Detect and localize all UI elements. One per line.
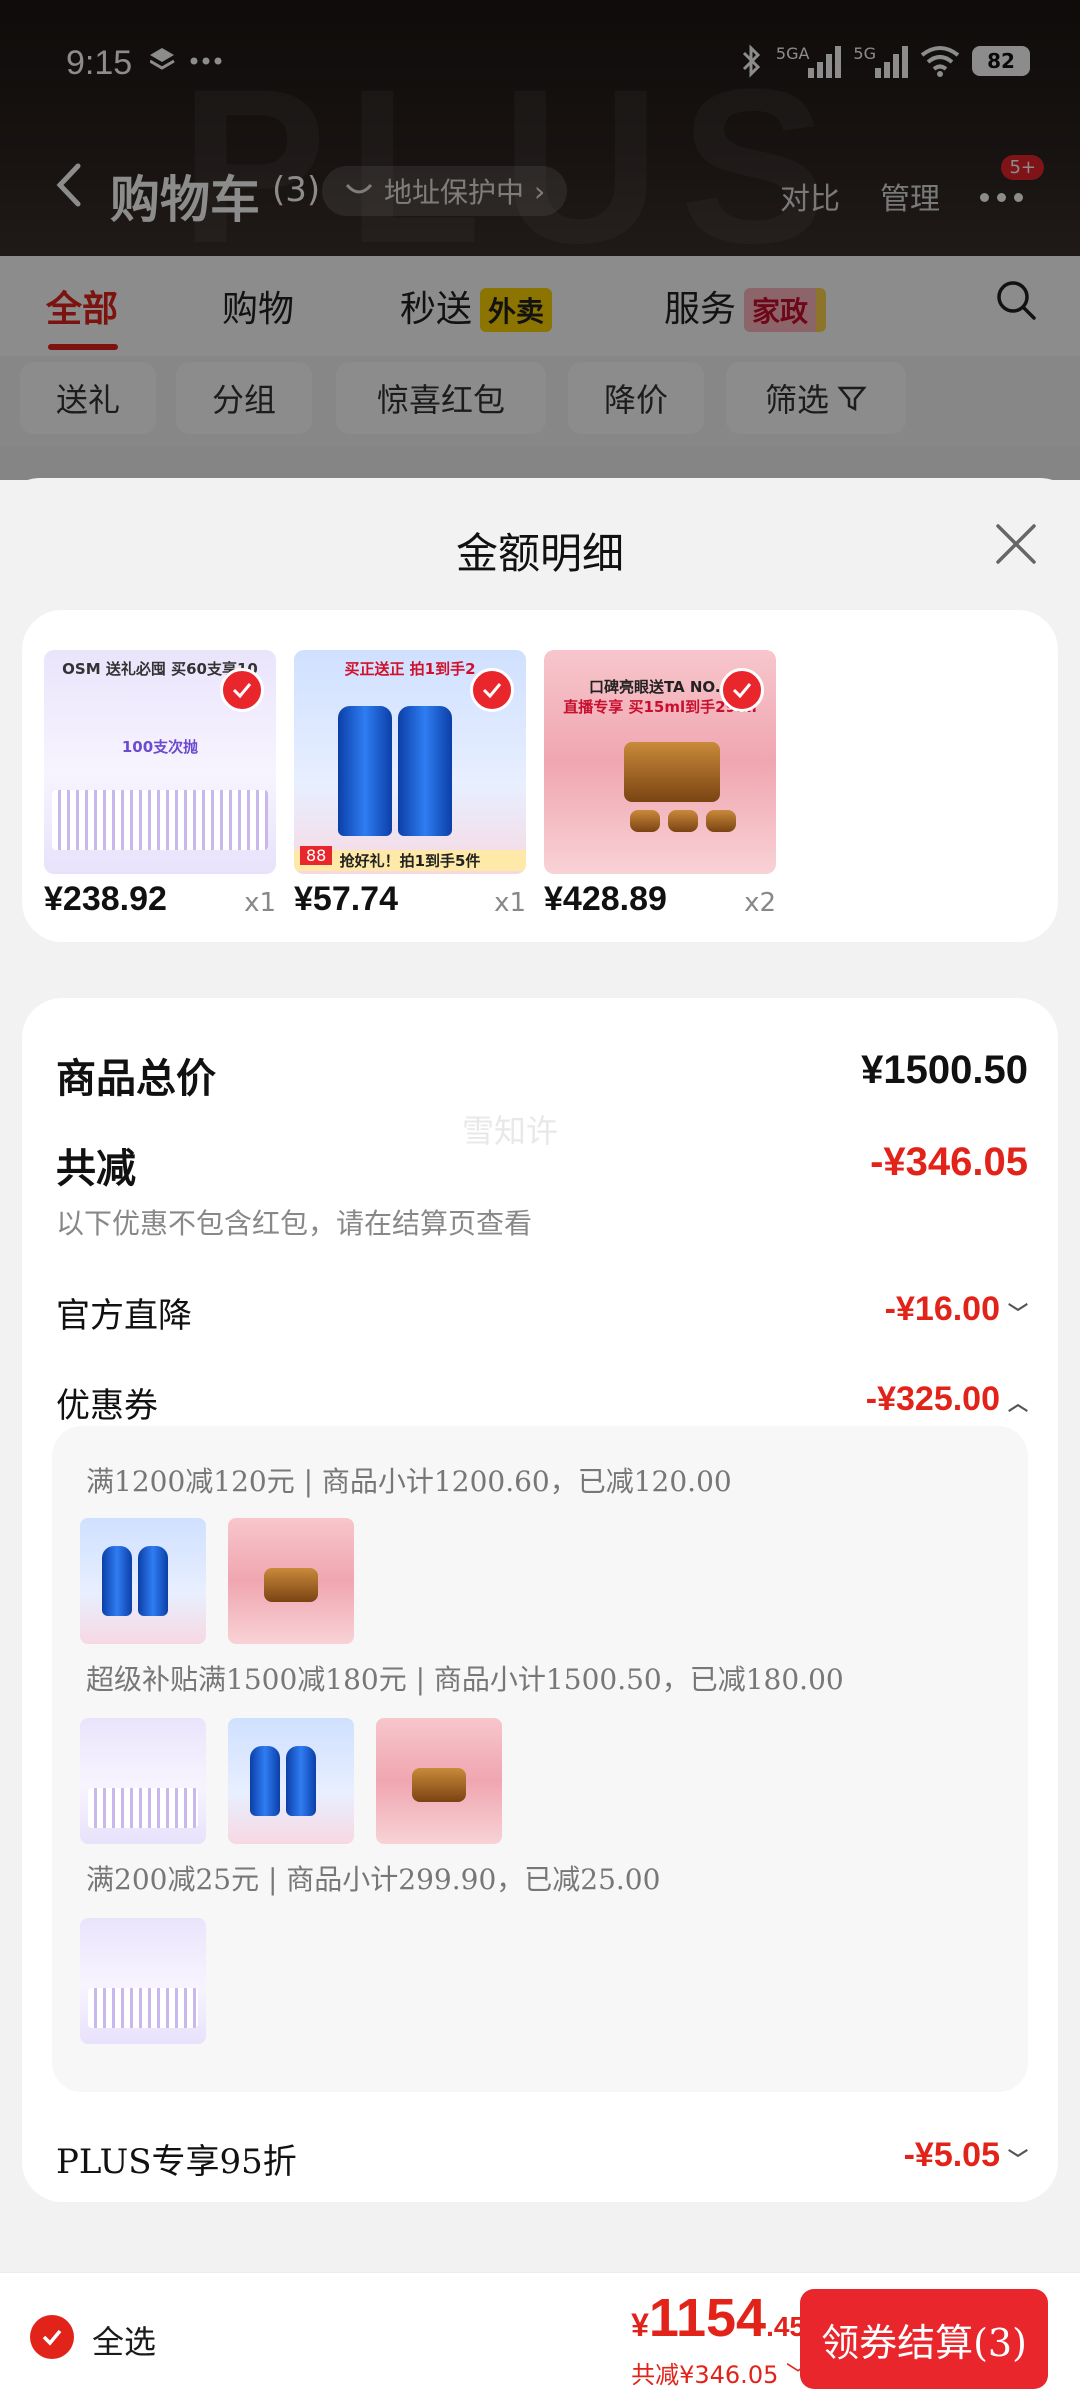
product-quantity: x1: [494, 888, 526, 918]
select-all-label[interactable]: 全选: [92, 2317, 156, 2363]
checkout-bar: 全选 ¥1154.45 共减¥346.05 ﹀ 领券结算(3): [0, 2272, 1080, 2400]
plus-discount-value: -¥5.05: [903, 2136, 1000, 2174]
serum-bottle: [398, 706, 452, 836]
product-price: ¥57.74: [294, 880, 398, 918]
total-currency: ¥: [631, 2307, 649, 2343]
official-discount-label: 官方直降: [56, 1296, 192, 1336]
cream-jar-small: [706, 810, 736, 832]
official-discount-value: -¥16.00: [884, 1290, 1000, 1328]
chevron-down-icon: ﹀: [1008, 1302, 1028, 1325]
coupon-value: -¥325.00: [865, 1380, 1000, 1418]
coupon-row[interactable]: -¥325.00 ︿: [866, 1380, 1028, 1419]
total-discount-label: 共减: [56, 1145, 136, 1192]
sheet-title: 金额明细: [455, 529, 624, 578]
cream-jar: [624, 742, 720, 802]
checkmark-icon: [42, 2329, 62, 2346]
product-image-subcaption: 100支次抛: [121, 738, 199, 756]
chevron-up-icon: ︿: [1008, 1392, 1028, 1415]
modal-overlay[interactable]: [0, 0, 1080, 480]
coupon-line: 超级补贴满1500减180元 | 商品小计1500.50，已减180.00: [86, 1663, 844, 1696]
coupon-product-thumb: [80, 1918, 206, 2044]
total-discount-summary: 共减¥346.05: [631, 2361, 779, 2389]
user-watermark: 雪知许: [462, 1112, 559, 1150]
product-price: ¥238.92: [44, 880, 167, 918]
product-quantity: x2: [744, 888, 776, 918]
product-item[interactable]: OSM 送礼必囤 买60支享10 100支次抛 ¥238.92 x1: [44, 650, 276, 918]
close-icon[interactable]: [992, 520, 1040, 568]
amount-detail-sheet: 金额明细 OSM 送礼必囤 买60支享10 100支次抛 ¥238.92 x1 …: [0, 478, 1080, 2400]
product-item[interactable]: 口碑亮眼送TA NO.1 直播专享 买15ml到手29ml ¥428.89 x2: [544, 650, 776, 918]
sale-88-tag: 88: [300, 846, 333, 865]
product-quantity: x1: [244, 888, 276, 918]
product-image-serum: 买正送正 拍1到手2 抢好礼！拍1到手5件 88: [294, 650, 526, 874]
chevron-down-icon: ﹀: [1008, 2148, 1028, 2171]
goods-total-label: 商品总价: [56, 1055, 216, 1102]
coupon-line: 满200减25元 | 商品小计299.90，已减25.00: [86, 1863, 661, 1896]
total-price: ¥1154.45: [631, 2287, 805, 2349]
selected-check-icon: [720, 668, 764, 712]
product-image-cream: 口碑亮眼送TA NO.1 直播专享 买15ml到手29ml: [544, 650, 776, 874]
coupon-product-thumb: [228, 1518, 354, 1644]
coupon-product-thumb: [228, 1718, 354, 1844]
checkout-button[interactable]: 领券结算(3): [800, 2289, 1048, 2389]
coupon-product-thumb: [376, 1718, 502, 1844]
product-item[interactable]: 买正送正 拍1到手2 抢好礼！拍1到手5件 88 ¥57.74 x1: [294, 650, 526, 918]
selected-check-icon: [470, 668, 514, 712]
serum-bottle: [338, 706, 392, 836]
product-image-osm: OSM 送礼必囤 买60支享10 100支次抛: [44, 650, 276, 874]
plus-discount-row[interactable]: -¥5.05 ﹀: [904, 2136, 1028, 2175]
coupon-label: 优惠券: [56, 1386, 158, 1426]
product-vials: [52, 790, 268, 850]
goods-total-value: ¥1500.50: [861, 1048, 1028, 1092]
total-discount-value: -¥346.05: [870, 1140, 1028, 1184]
plus-discount-label: PLUS专享95折: [56, 2142, 297, 2182]
cream-jar-small: [668, 810, 698, 832]
total-integer: 1154: [648, 2288, 767, 2348]
cream-jar-small: [630, 810, 660, 832]
coupon-detail-box: 满1200减120元 | 商品小计1200.60，已减120.00 超级补贴满1…: [52, 1426, 1028, 2092]
coupon-line: 满1200减120元 | 商品小计1200.60，已减120.00: [86, 1465, 732, 1498]
total-discount-toggle[interactable]: 共减¥346.05 ﹀: [631, 2355, 810, 2390]
select-all-checkbox[interactable]: [30, 2315, 74, 2359]
coupon-product-thumb: [80, 1518, 206, 1644]
official-discount-row[interactable]: -¥16.00 ﹀: [885, 1290, 1028, 1329]
selected-check-icon: [220, 668, 264, 712]
product-price: ¥428.89: [544, 880, 667, 918]
coupon-product-thumb: [80, 1718, 206, 1844]
discount-note: 以下优惠不包含红包，请在结算页查看: [56, 1207, 533, 1240]
price-breakdown-card: 商品总价 ¥1500.50 共减 -¥346.05 以下优惠不包含红包，请在结算…: [22, 998, 1058, 2202]
selected-products-card: OSM 送礼必囤 买60支享10 100支次抛 ¥238.92 x1 买正送正 …: [22, 610, 1058, 942]
